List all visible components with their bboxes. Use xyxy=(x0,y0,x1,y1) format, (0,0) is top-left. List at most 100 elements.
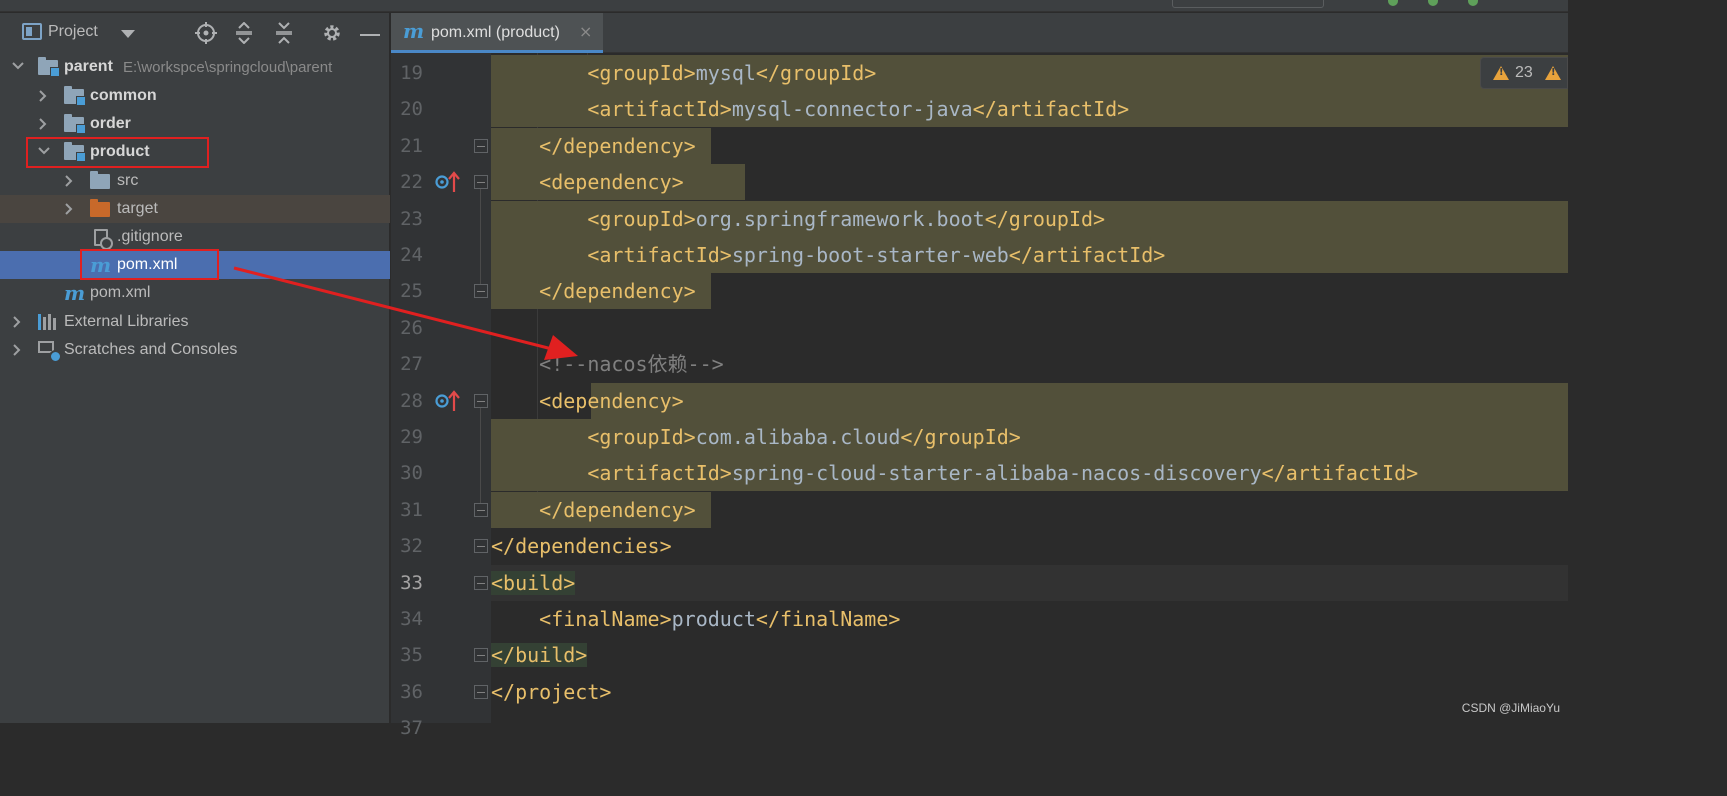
line-number: 25 xyxy=(400,280,423,303)
editor-tab-bar: m pom.xml (product) × xyxy=(391,13,1568,53)
panel-title[interactable]: Project xyxy=(48,23,98,41)
fold-marker-icon[interactable] xyxy=(474,684,488,699)
tree-item-label: pom.xml xyxy=(90,284,151,301)
current-line-highlight xyxy=(491,564,1568,601)
fold-marker-icon[interactable] xyxy=(474,648,488,663)
folder-icon xyxy=(64,114,86,134)
fold-line xyxy=(480,407,481,503)
project-tool-window: Project parent E:\workspce\springcloud\p… xyxy=(0,13,390,723)
tree-item-label: Scratches and Consoles xyxy=(64,341,238,358)
gitignore-icon xyxy=(94,229,113,250)
gear-icon[interactable] xyxy=(320,21,344,45)
tab-label: pom.xml (product) xyxy=(431,24,560,41)
coverage-icon[interactable] xyxy=(1468,0,1478,6)
code-line[interactable]: </dependencies> xyxy=(491,528,672,564)
maven-m-icon: m xyxy=(64,281,86,305)
tree-item-src[interactable]: src xyxy=(0,167,390,195)
tree-item-gitignore[interactable]: .gitignore xyxy=(0,223,390,251)
line-number: 31 xyxy=(400,498,423,521)
run-config-selector[interactable] xyxy=(1172,0,1324,8)
tree-item-parent[interactable]: parent E:\workspce\springcloud\parent xyxy=(0,53,390,81)
fold-marker-icon[interactable] xyxy=(474,539,488,554)
code-line[interactable]: <!--nacos依赖--> xyxy=(491,346,724,382)
fold-marker-icon[interactable] xyxy=(474,502,488,517)
window-toolbar xyxy=(0,0,1568,12)
chevron-right-icon[interactable] xyxy=(12,316,22,328)
code-line[interactable]: <dependency> xyxy=(491,164,684,200)
line-number: 30 xyxy=(400,462,423,485)
code-line[interactable]: <finalName>product</finalName> xyxy=(491,601,900,637)
code-line[interactable]: </dependency> xyxy=(491,273,696,309)
close-icon[interactable]: × xyxy=(579,22,592,41)
tree-item-label: .gitignore xyxy=(117,228,183,245)
dropdown-arrow-icon[interactable] xyxy=(116,21,140,45)
code-line[interactable]: </build> xyxy=(491,637,588,673)
minimize-icon[interactable] xyxy=(358,21,382,45)
chevron-right-icon[interactable] xyxy=(64,203,74,215)
line-number: 34 xyxy=(400,608,423,630)
code-line[interactable]: </dependency> xyxy=(491,492,696,528)
tree-item-parent-pom[interactable]: m pom.xml xyxy=(0,279,390,307)
line-number: 32 xyxy=(400,535,423,558)
tree-item-label: External Libraries xyxy=(64,313,189,330)
line-number: 19 xyxy=(400,62,423,84)
chevron-down-icon[interactable] xyxy=(12,61,24,71)
code-line[interactable]: <dependency> xyxy=(491,383,684,419)
tree-item-scratches[interactable]: Scratches and Consoles xyxy=(0,336,390,364)
fold-marker-icon[interactable] xyxy=(474,393,488,408)
libraries-icon xyxy=(38,314,58,330)
fold-marker-icon[interactable] xyxy=(474,284,488,299)
code-line[interactable]: <artifactId>spring-cloud-starter-alibaba… xyxy=(491,455,1418,491)
annotation-box-pom xyxy=(80,249,219,280)
tree-item-external-libraries[interactable]: External Libraries xyxy=(0,308,390,336)
tree-item-label: target xyxy=(117,200,158,217)
highlight-band xyxy=(591,382,1568,419)
code-line[interactable]: <groupId>mysql</groupId> xyxy=(491,55,876,91)
collapse-all-icon[interactable] xyxy=(272,21,296,45)
implementation-marker-icon[interactable] xyxy=(435,389,461,413)
fold-marker-icon[interactable] xyxy=(474,138,488,153)
line-number: 21 xyxy=(400,134,423,157)
line-number: 35 xyxy=(400,644,423,667)
expand-all-icon[interactable] xyxy=(232,21,256,45)
run-icon[interactable] xyxy=(1388,0,1398,6)
debug-icon[interactable] xyxy=(1428,0,1438,6)
code-line[interactable]: <artifactId>spring-boot-starter-web</art… xyxy=(491,237,1165,273)
fold-marker-icon[interactable] xyxy=(474,175,488,190)
code-line[interactable]: <groupId>org.springframework.boot</group… xyxy=(491,201,1105,237)
locate-icon[interactable] xyxy=(194,21,218,45)
line-number: 33 xyxy=(400,571,423,594)
code-line[interactable]: <artifactId>mysql-connector-java</artifa… xyxy=(491,91,1129,127)
watermark: CSDN @JiMiaoYu xyxy=(1461,701,1560,715)
folder-icon xyxy=(38,57,60,77)
project-panel-header: Project xyxy=(0,13,390,53)
tree-item-target[interactable]: target xyxy=(0,195,390,223)
line-number: 26 xyxy=(400,316,423,339)
line-number: 29 xyxy=(400,426,423,448)
code-area[interactable]: <groupId>mysql</groupId> <artifactId>mys… xyxy=(491,53,1568,723)
chevron-right-icon[interactable] xyxy=(38,90,48,102)
excluded-folder-icon xyxy=(90,199,110,217)
editor: m pom.xml (product) × 19 20 21 22 23 24 25 26 27… xyxy=(391,13,1568,739)
chevron-right-icon[interactable] xyxy=(64,175,74,187)
folder-icon xyxy=(64,86,86,106)
implementation-marker-icon[interactable] xyxy=(435,170,461,194)
inspections-widget[interactable]: 23 xyxy=(1480,57,1568,89)
warning-icon xyxy=(1545,66,1561,80)
tree-item-common[interactable]: common xyxy=(0,82,390,110)
line-number: 24 xyxy=(400,244,423,266)
tree-item-order[interactable]: order xyxy=(0,110,390,138)
maven-m-icon: m xyxy=(403,19,425,43)
code-line[interactable]: <build> xyxy=(491,565,576,601)
chevron-right-icon[interactable] xyxy=(12,344,22,356)
code-line[interactable]: <groupId>com.alibaba.cloud</groupId> xyxy=(491,419,1021,455)
scratches-icon xyxy=(38,341,62,363)
line-number: 37 xyxy=(400,717,423,740)
tab-pom-product[interactable]: m pom.xml (product) × xyxy=(391,13,603,53)
line-number: 22 xyxy=(400,171,423,194)
fold-marker-icon[interactable] xyxy=(474,575,488,590)
warning-count: 23 xyxy=(1515,64,1533,81)
code-line[interactable]: </dependency> xyxy=(491,128,696,164)
chevron-right-icon[interactable] xyxy=(38,118,48,130)
code-line[interactable]: </project> xyxy=(491,674,611,710)
